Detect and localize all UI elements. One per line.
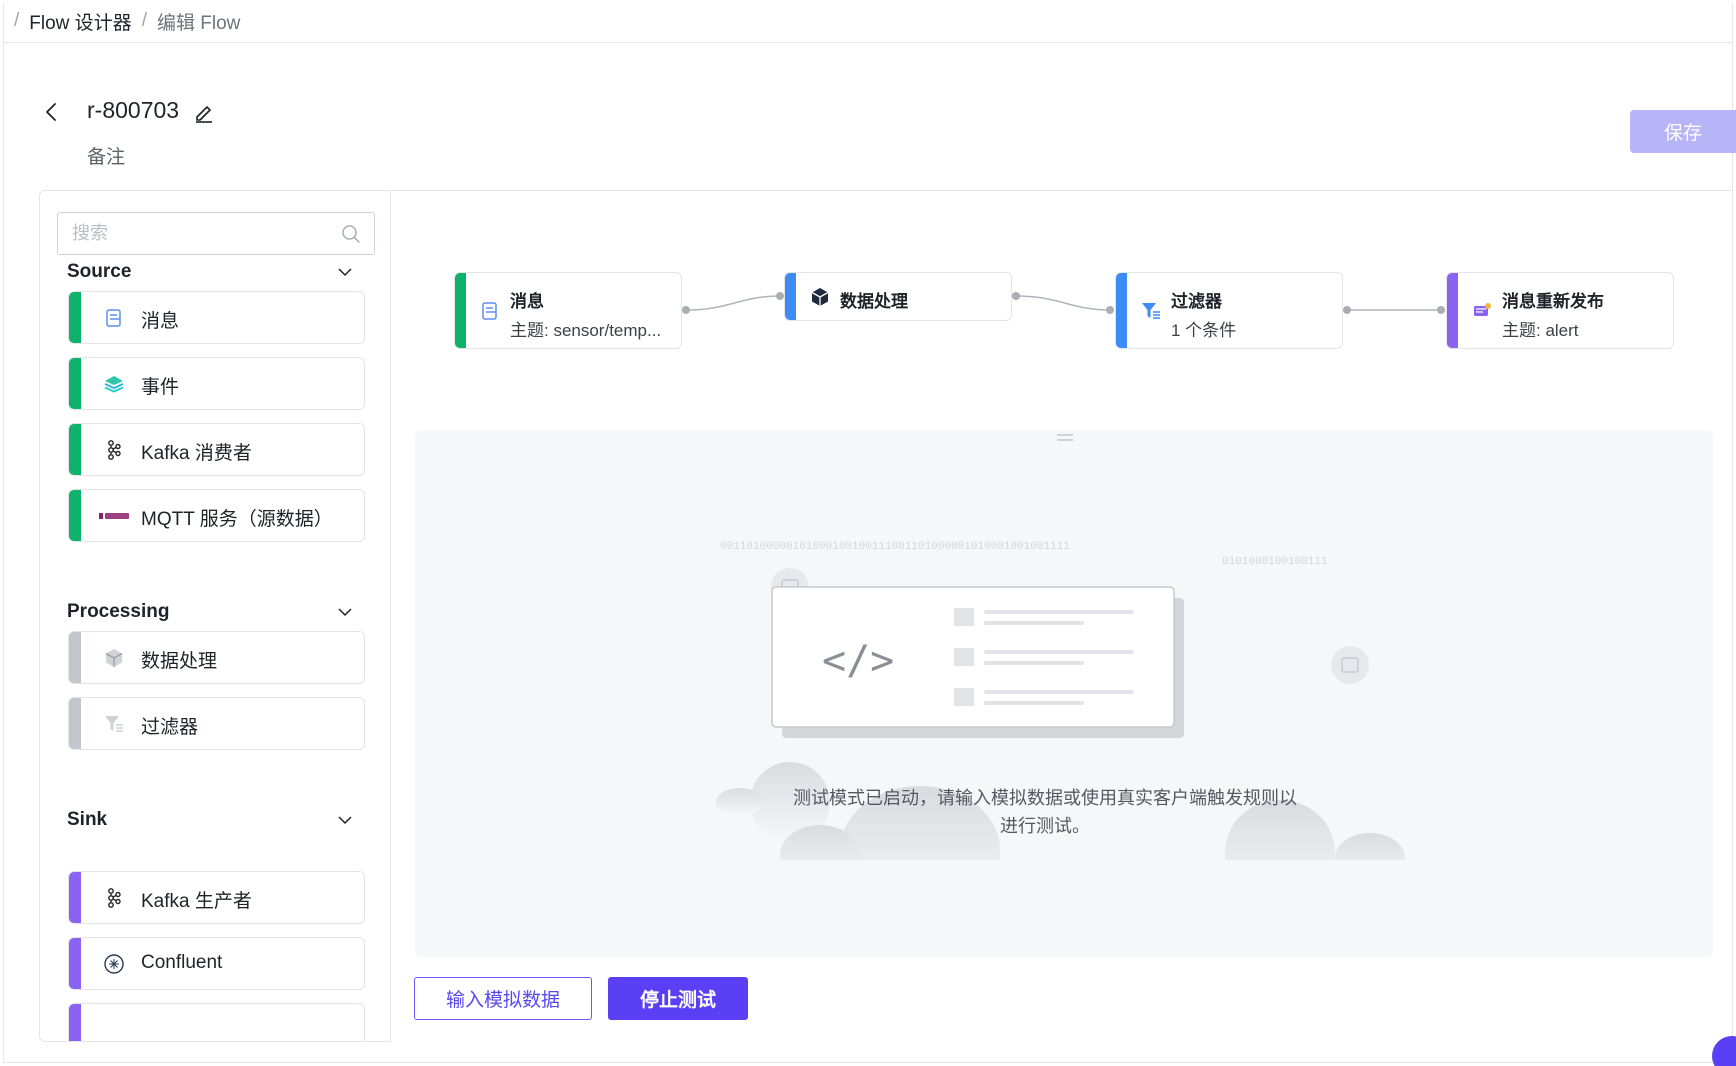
palette-item-label: 事件 bbox=[141, 377, 180, 398]
binary-text: 0011010000010100010010011100110100000101… bbox=[720, 541, 1070, 553]
filter-icon bbox=[1142, 303, 1160, 319]
item-color-bar bbox=[69, 358, 81, 409]
group-title-source[interactable]: Source bbox=[67, 261, 131, 283]
item-color-bar bbox=[69, 292, 81, 343]
node-title: 消息重新发布 bbox=[1502, 292, 1604, 311]
cube-icon bbox=[811, 288, 829, 306]
input-mock-data-button[interactable]: 输入模拟数据 bbox=[414, 977, 592, 1020]
cube-icon bbox=[105, 649, 123, 667]
node-subtitle: 1 个条件 bbox=[1171, 321, 1237, 340]
chevron-down-icon[interactable] bbox=[336, 603, 354, 621]
kafka-icon bbox=[108, 888, 121, 908]
palette-item-filter[interactable]: 过滤器 bbox=[68, 697, 365, 750]
chevron-down-icon[interactable] bbox=[336, 811, 354, 829]
item-color-bar bbox=[69, 872, 81, 923]
palette-item-data-processing[interactable]: 数据处理 bbox=[68, 631, 365, 684]
search-icon bbox=[342, 225, 360, 243]
group-title-sink[interactable]: Sink bbox=[67, 809, 107, 831]
chevron-down-icon[interactable] bbox=[336, 263, 354, 281]
palette-item-confluent[interactable]: Confluent bbox=[68, 937, 365, 990]
breadcrumb: / Flow 设计器 / 编辑 Flow bbox=[14, 8, 240, 34]
node-title: 数据处理 bbox=[840, 292, 908, 311]
test-mode-message: 测试模式已启动，请输入模拟数据或使用真实客户端触发规则以进行测试。 bbox=[793, 788, 1297, 836]
page-title: r-800703 bbox=[87, 97, 180, 123]
node-color-bar bbox=[455, 273, 466, 348]
republish-icon bbox=[1474, 303, 1491, 316]
search-field[interactable] bbox=[57, 212, 375, 255]
kafka-icon bbox=[108, 440, 121, 460]
flow-node-message[interactable]: 消息 主题: sensor/temp... bbox=[454, 272, 682, 349]
palette-item-label: Confluent bbox=[141, 952, 223, 973]
item-color-bar bbox=[69, 424, 81, 475]
palette-item-label: 消息 bbox=[141, 311, 180, 332]
node-subtitle: 主题: sensor/temp... bbox=[510, 321, 662, 340]
edit-icon[interactable] bbox=[192, 100, 216, 124]
node-palette-sidebar: Source 消息 事件 Kafka 消费者 bbox=[39, 190, 391, 1042]
node-subtitle: 主题: alert bbox=[1502, 321, 1579, 340]
palette-item-label: 过滤器 bbox=[141, 717, 199, 738]
breadcrumb-separator: / bbox=[14, 10, 20, 31]
drag-handle-icon[interactable] bbox=[1055, 433, 1075, 443]
group-title-processing[interactable]: Processing bbox=[67, 601, 169, 623]
breadcrumb-divider bbox=[3, 42, 1733, 43]
node-title: 消息 bbox=[510, 292, 544, 311]
item-color-bar bbox=[69, 698, 81, 749]
filter-icon bbox=[105, 716, 123, 732]
palette-item-label: Kafka 生产者 bbox=[141, 891, 252, 912]
palette-item-label: Kafka 消费者 bbox=[141, 443, 252, 464]
confluent-icon bbox=[104, 954, 124, 974]
palette-item-label: MQTT 服务（源数据） bbox=[141, 509, 333, 530]
flow-node-filter[interactable]: 过滤器 1 个条件 bbox=[1115, 272, 1343, 349]
save-button[interactable]: 保存 bbox=[1630, 110, 1736, 153]
breadcrumb-edit-flow: 编辑 Flow bbox=[156, 12, 241, 34]
mqtt-logo bbox=[99, 513, 129, 519]
palette-item-event[interactable]: 事件 bbox=[68, 357, 365, 410]
palette-item-message[interactable]: 消息 bbox=[68, 291, 365, 344]
palette-item-partial[interactable] bbox=[68, 1003, 365, 1041]
layers-icon bbox=[104, 376, 124, 393]
palette-item-label: 数据处理 bbox=[141, 651, 218, 672]
page-note[interactable]: 备注 bbox=[87, 142, 125, 169]
breadcrumb-flow-designer[interactable]: Flow 设计器 bbox=[29, 8, 131, 35]
search-input[interactable] bbox=[58, 213, 338, 254]
item-color-bar bbox=[69, 490, 81, 541]
back-arrow-icon[interactable] bbox=[40, 100, 64, 124]
item-color-bar bbox=[69, 938, 81, 989]
message-icon bbox=[482, 302, 497, 320]
node-color-bar bbox=[1447, 273, 1458, 348]
palette-item-kafka-producer[interactable]: Kafka 生产者 bbox=[68, 871, 365, 924]
item-color-bar bbox=[69, 1004, 81, 1041]
palette-item-mqtt-service[interactable]: MQTT 服务（源数据） bbox=[68, 489, 365, 542]
node-color-bar bbox=[1116, 273, 1127, 348]
svg-text:</>: </> bbox=[822, 638, 894, 684]
stop-test-button[interactable]: 停止测试 bbox=[608, 977, 748, 1020]
binary-text: 0101000100100111 bbox=[1222, 556, 1328, 568]
item-color-bar bbox=[69, 632, 81, 683]
message-icon bbox=[106, 309, 121, 327]
flow-node-data-processing[interactable]: 数据处理 bbox=[784, 272, 1012, 321]
breadcrumb-separator: / bbox=[141, 10, 147, 31]
node-title: 过滤器 bbox=[1171, 292, 1222, 311]
node-color-bar bbox=[785, 273, 796, 320]
flow-node-republish[interactable]: 消息重新发布 主题: alert bbox=[1446, 272, 1674, 349]
palette-item-kafka-consumer[interactable]: Kafka 消费者 bbox=[68, 423, 365, 476]
